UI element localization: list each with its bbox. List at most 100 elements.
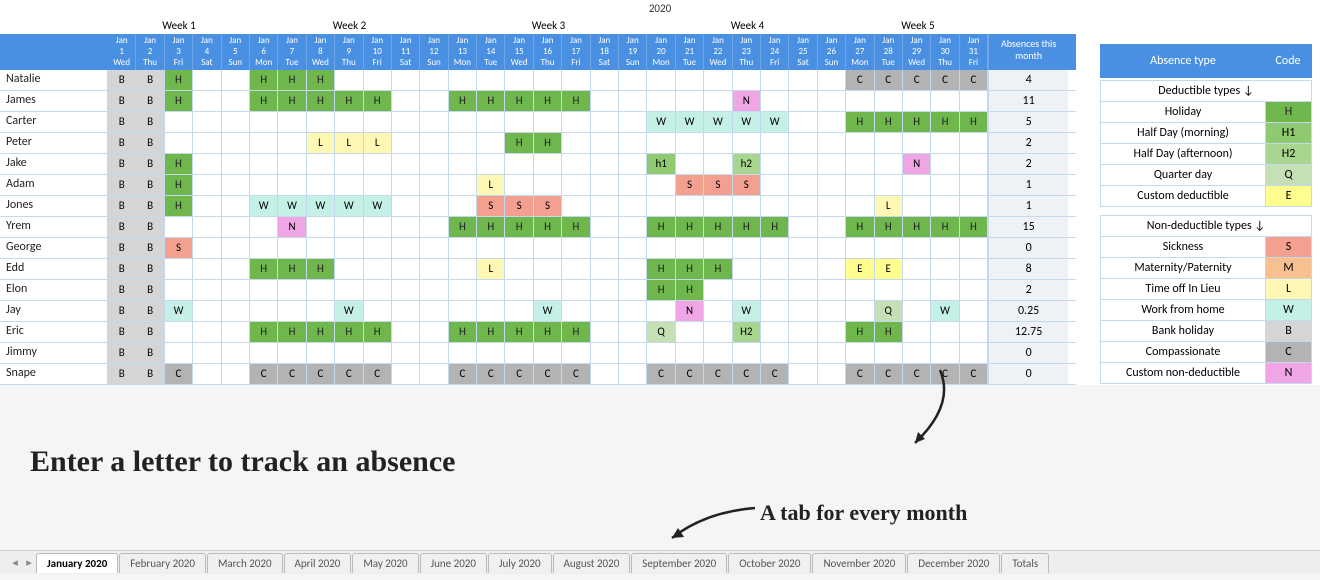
day-cell[interactable]: B — [108, 154, 136, 174]
day-cell[interactable]: B — [136, 91, 164, 111]
day-cell[interactable] — [875, 91, 903, 111]
day-cell[interactable] — [420, 133, 448, 153]
day-cell[interactable] — [818, 91, 846, 111]
day-cell[interactable]: B — [108, 259, 136, 279]
day-cell[interactable] — [591, 133, 619, 153]
day-cell[interactable] — [193, 196, 221, 216]
day-cell[interactable]: B — [108, 112, 136, 132]
day-cell[interactable] — [477, 112, 505, 132]
day-cell[interactable] — [960, 196, 988, 216]
day-cell[interactable] — [222, 217, 250, 237]
day-cell[interactable] — [534, 280, 562, 300]
day-cell[interactable]: C — [534, 364, 562, 384]
day-cell[interactable] — [875, 238, 903, 258]
day-cell[interactable] — [875, 154, 903, 174]
day-cell[interactable] — [903, 322, 931, 342]
day-cell[interactable]: B — [136, 322, 164, 342]
day-cell[interactable] — [477, 154, 505, 174]
day-cell[interactable]: W — [364, 196, 392, 216]
day-cell[interactable] — [619, 364, 647, 384]
day-cell[interactable] — [420, 175, 448, 195]
day-cell[interactable] — [875, 343, 903, 363]
day-cell[interactable] — [931, 133, 959, 153]
day-cell[interactable]: H — [335, 91, 363, 111]
day-cell[interactable]: C — [931, 70, 959, 90]
day-cell[interactable] — [676, 70, 704, 90]
day-cell[interactable]: H — [250, 259, 278, 279]
day-cell[interactable] — [222, 196, 250, 216]
day-cell[interactable] — [619, 91, 647, 111]
day-cell[interactable] — [562, 196, 590, 216]
day-cell[interactable]: H — [931, 217, 959, 237]
day-cell[interactable]: N — [278, 217, 306, 237]
day-cell[interactable] — [761, 301, 789, 321]
day-cell[interactable] — [420, 112, 448, 132]
day-cell[interactable]: S — [165, 238, 193, 258]
day-cell[interactable] — [364, 280, 392, 300]
day-cell[interactable] — [960, 133, 988, 153]
day-cell[interactable] — [591, 280, 619, 300]
day-cell[interactable] — [789, 112, 817, 132]
day-cell[interactable] — [165, 322, 193, 342]
sheet-tab[interactable]: June 2020 — [420, 553, 487, 573]
day-cell[interactable]: C — [931, 364, 959, 384]
day-cell[interactable] — [960, 238, 988, 258]
day-cell[interactable] — [477, 70, 505, 90]
day-cell[interactable] — [704, 196, 732, 216]
day-cell[interactable] — [704, 280, 732, 300]
day-cell[interactable] — [505, 259, 533, 279]
day-cell[interactable] — [420, 301, 448, 321]
day-cell[interactable] — [307, 112, 335, 132]
day-cell[interactable] — [193, 301, 221, 321]
day-cell[interactable] — [193, 217, 221, 237]
day-cell[interactable]: B — [136, 343, 164, 363]
day-cell[interactable] — [505, 301, 533, 321]
day-cell[interactable] — [903, 175, 931, 195]
day-cell[interactable] — [420, 238, 448, 258]
day-cell[interactable] — [846, 343, 874, 363]
day-cell[interactable] — [761, 343, 789, 363]
day-cell[interactable]: B — [108, 133, 136, 153]
day-cell[interactable] — [818, 133, 846, 153]
day-cell[interactable] — [789, 301, 817, 321]
day-cell[interactable] — [307, 154, 335, 174]
day-cell[interactable] — [505, 112, 533, 132]
day-cell[interactable] — [789, 175, 817, 195]
day-cell[interactable] — [676, 343, 704, 363]
day-cell[interactable]: C — [477, 364, 505, 384]
day-cell[interactable] — [619, 70, 647, 90]
day-cell[interactable] — [960, 91, 988, 111]
day-cell[interactable]: H — [505, 217, 533, 237]
day-cell[interactable] — [789, 154, 817, 174]
day-cell[interactable]: C — [761, 364, 789, 384]
day-cell[interactable] — [846, 301, 874, 321]
day-cell[interactable]: C — [846, 70, 874, 90]
day-cell[interactable] — [931, 154, 959, 174]
day-cell[interactable] — [960, 280, 988, 300]
day-cell[interactable] — [392, 364, 420, 384]
day-cell[interactable] — [193, 112, 221, 132]
day-cell[interactable]: H — [477, 217, 505, 237]
day-cell[interactable]: B — [136, 112, 164, 132]
day-cell[interactable] — [193, 280, 221, 300]
day-cell[interactable]: W — [165, 301, 193, 321]
day-cell[interactable] — [761, 259, 789, 279]
day-cell[interactable] — [449, 238, 477, 258]
day-cell[interactable] — [789, 364, 817, 384]
day-cell[interactable] — [960, 343, 988, 363]
day-cell[interactable]: Q — [647, 322, 675, 342]
sheet-tab[interactable]: Totals — [1001, 553, 1049, 573]
day-cell[interactable] — [846, 175, 874, 195]
day-cell[interactable] — [165, 343, 193, 363]
day-cell[interactable]: H — [761, 217, 789, 237]
day-cell[interactable] — [534, 259, 562, 279]
day-cell[interactable] — [931, 196, 959, 216]
day-cell[interactable] — [420, 196, 448, 216]
day-cell[interactable] — [449, 154, 477, 174]
day-cell[interactable] — [420, 364, 448, 384]
day-cell[interactable] — [193, 364, 221, 384]
day-cell[interactable] — [562, 175, 590, 195]
day-cell[interactable]: W — [250, 196, 278, 216]
day-cell[interactable] — [392, 196, 420, 216]
day-cell[interactable] — [505, 154, 533, 174]
